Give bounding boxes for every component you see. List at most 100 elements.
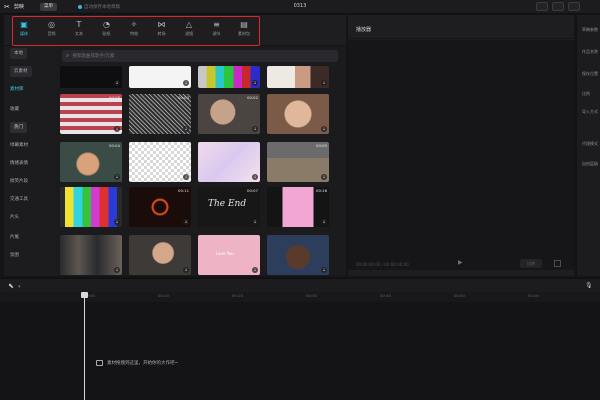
fullscreen-icon[interactable] [554,260,561,267]
timeline-track-area[interactable] [0,302,600,400]
media-tile-pink-floral[interactable]: ↓ [198,142,260,182]
media-tile-photo-people[interactable]: ↓ [267,66,329,88]
media-tile-colorbars[interactable]: ↓ [198,66,260,88]
toolbar-tab-2[interactable]: T 文本 [69,17,89,41]
media-tile-photo-woman[interactable]: ↓ [129,235,191,275]
media-tile-fire-ring[interactable]: 00:11 ↓ [129,187,191,227]
sidebar-item[interactable]: 素材库 [10,84,24,95]
media-tile-white[interactable]: ↓ [129,66,191,88]
tile-duration: 00:07 [247,188,258,193]
ratio-button[interactable]: 比例 [520,259,542,268]
download-icon[interactable]: ↓ [183,126,189,132]
toolbar-tab-1[interactable]: ◎ 音频 [42,17,62,41]
toolbar-tab-5[interactable]: ⋈ 转场 [152,17,172,41]
transition-icon: ⋈ [157,19,166,29]
playhead-handle[interactable] [81,292,88,298]
toolbar-tab-label: 媒体 [20,31,28,36]
capcut-logo-icon: ✂ [4,2,10,11]
download-icon[interactable]: ↓ [183,80,189,86]
media-tile-pink-text[interactable]: Love You ↓ [198,235,260,275]
shortcut-button[interactable] [536,2,548,11]
download-icon[interactable]: ↓ [321,80,327,86]
media-tile-flag[interactable]: 00:08 ↓ [60,94,122,134]
sidebar-item[interactable]: 片尾 [10,232,19,243]
download-icon[interactable]: ↓ [183,219,189,225]
toolbar-tab-7[interactable]: ≡ 调节 [207,17,227,41]
download-icon[interactable]: ↓ [321,174,327,180]
timeline-toolbar: ⬉ ▾ 🎙 [0,278,600,292]
media-tile-photo-man[interactable]: 00:02 ↓ [198,94,260,134]
media-tile-photo-crowd[interactable]: ↓ [60,235,122,275]
download-icon[interactable]: ↓ [252,174,258,180]
project-title[interactable]: 0313 [280,3,320,9]
search-bar[interactable]: ⌕ 搜索歌曲或歌手/元素 [62,50,338,62]
drop-hint-text: 素材拖拽到这里，开始你的大作吧~ [107,361,179,366]
toolbar-tab-label: 音频 [47,31,56,36]
toolbar-tab-3[interactable]: ◔ 贴纸 [97,17,117,41]
sidebar-item[interactable]: 热门 [10,122,27,133]
audio-icon: ◎ [48,19,55,29]
download-icon[interactable]: ↓ [114,267,120,273]
download-icon[interactable]: ↓ [252,219,258,225]
media-tile-pink-portrait[interactable]: 00:16 ↓ [267,187,329,227]
tile-duration: 00:02 [247,95,258,100]
ruler-tick-label: 00:30 [306,293,317,298]
sidebar-item[interactable]: 本地 [10,48,27,59]
resource-toolbar: ▣ 媒体 ◎ 音频 T 文本 ◔ 贴纸 ✧ 特效 ⋈ 转场 △ 滤镜 ≡ 调节 ▤ 素材包 [4,15,346,45]
media-tile-photo-portrait[interactable]: ↓ [267,235,329,275]
media-tile-testcard[interactable]: ↓ [60,187,122,227]
sidebar-item[interactable]: 云素材 [10,66,32,77]
tile-duration: 00:08 [109,95,120,100]
toolbar-tab-4[interactable]: ✧ 特效 [124,17,144,41]
media-tile-static[interactable]: 00:03 ↓ [129,94,191,134]
download-icon[interactable]: ↓ [321,126,327,132]
media-tile-the-end[interactable]: 00:07 The End ↓ [198,187,260,227]
download-icon[interactable]: ↓ [114,126,120,132]
tile-duration: 00:11 [178,188,189,193]
property-label: 草稿参数 [582,27,598,32]
sidebar-item[interactable]: 情绪表情 [10,158,28,169]
autosave-status: 自动保存本地草稿 [78,4,120,10]
properties-panel: 草稿参数 作品名称 保存位置 比例 导入方式 代理模式 自由层级 [576,15,600,276]
download-icon[interactable]: ↓ [114,80,120,86]
sidebar-item[interactable]: 交通工具 [10,194,28,205]
play-icon[interactable]: ▶ [458,260,464,266]
select-cursor-icon[interactable]: ⬉ [8,282,14,290]
download-icon[interactable]: ↓ [252,267,258,273]
download-icon[interactable]: ↓ [321,267,327,273]
download-icon[interactable]: ↓ [321,219,327,225]
ruler-tick-label: 00:10 [158,293,169,298]
toolbar-tab-6[interactable]: △ 滤镜 [179,17,199,41]
export-button[interactable] [552,2,564,11]
download-icon[interactable]: ↓ [252,126,258,132]
media-tile-photo-laugh[interactable]: ↓ [267,94,329,134]
property-label: 自由层级 [582,161,598,166]
cursor-dropdown-icon[interactable]: ▾ [18,284,21,290]
menu-button[interactable]: 菜单 [40,3,57,11]
microphone-icon[interactable]: 🎙 [585,282,593,289]
player-panel: 播放器 00:00:00:00 / 00:00:00:00 ▶ 比例 [348,15,574,276]
toolbar-tab-8[interactable]: ▤ 素材包 [234,17,254,41]
toolbar-tab-0[interactable]: ▣ 媒体 [14,17,34,41]
window-controls[interactable] [568,2,580,11]
sidebar-item[interactable]: 收藏 [10,104,19,115]
sidebar-item[interactable]: 氛围 [10,250,19,261]
timeline-ruler[interactable]: 00:00 00:10 00:20 00:30 00:40 00:50 01:00 [0,292,600,302]
download-icon[interactable]: ↓ [114,174,120,180]
playhead[interactable] [84,292,85,400]
media-tile-checker[interactable]: ↓ [129,142,191,182]
download-icon[interactable]: ↓ [183,267,189,273]
player-header: 播放器 [348,15,574,39]
download-icon[interactable]: ↓ [114,219,120,225]
media-tile-photo-street[interactable]: 00:05 ↓ [267,142,329,182]
media-tile-dark[interactable]: ↓ [60,66,122,88]
download-icon[interactable]: ↓ [183,174,189,180]
property-label: 作品名称 [582,49,598,54]
media-tile-photo-cartoon[interactable]: 00:04 ↓ [60,142,122,182]
toolbar-tab-label: 素材包 [238,31,250,36]
player-screen[interactable] [348,40,574,270]
sidebar-item[interactable]: 搞笑片段 [10,176,28,187]
sidebar-item[interactable]: 片头 [10,212,19,223]
download-icon[interactable]: ↓ [252,80,258,86]
sidebar-item[interactable]: 绿幕素材 [10,140,28,151]
